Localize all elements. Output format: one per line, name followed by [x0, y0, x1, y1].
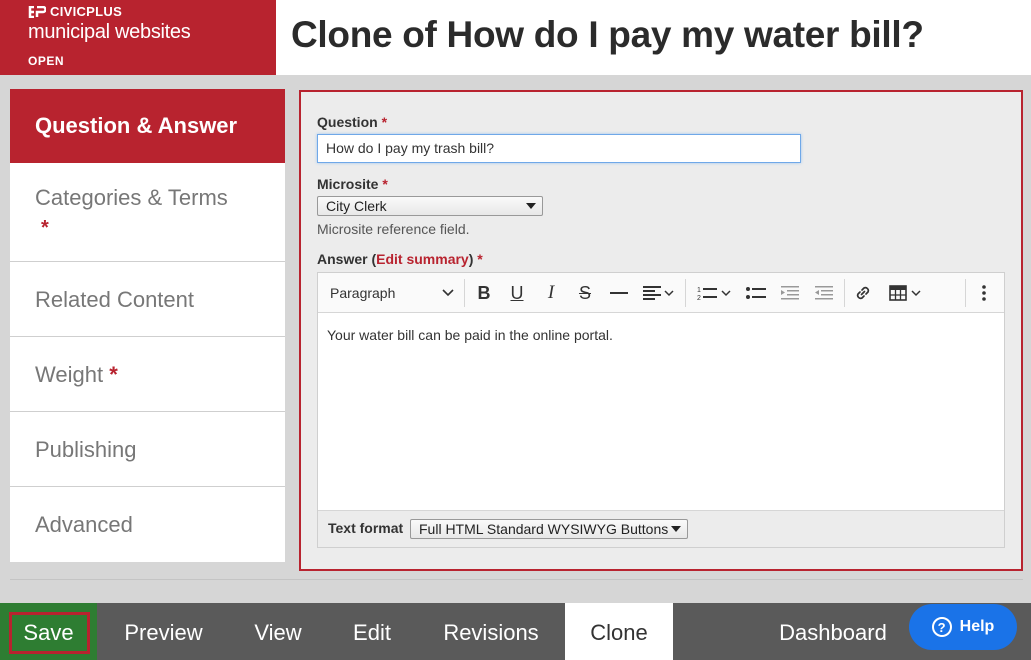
chevron-down-icon [911, 289, 921, 296]
dashboard-button[interactable]: Dashboard [768, 603, 898, 660]
help-icon: ? [931, 617, 952, 637]
edit-button[interactable]: Edit [337, 603, 407, 660]
brand-product: municipal websites [28, 21, 191, 43]
microsite-help-text: Microsite reference field. [317, 221, 470, 237]
answer-editor: Paragraph B U I S 12 Your water bill can… [317, 272, 1005, 548]
sidebar-item-question-answer[interactable]: Question & Answer [10, 89, 285, 163]
required-marker: * [477, 251, 483, 267]
italic-icon[interactable]: I [539, 281, 563, 305]
editor-toolbar: Paragraph B U I S 12 [318, 273, 1004, 313]
numbered-list-icon[interactable]: 12 [694, 281, 734, 305]
bulleted-list-icon[interactable] [744, 281, 768, 305]
sidebar-item-publishing[interactable]: Publishing [10, 412, 285, 487]
outdent-icon[interactable] [812, 281, 836, 305]
question-label: Question * [317, 114, 388, 130]
paragraph-format-dropdown[interactable]: Paragraph [330, 281, 454, 305]
chevron-down-icon [721, 289, 731, 296]
revisions-button[interactable]: Revisions [426, 603, 556, 660]
sidebar-item-advanced[interactable]: Advanced [10, 487, 285, 562]
svg-text:2: 2 [697, 295, 701, 301]
required-marker: * [382, 176, 388, 192]
sidebar-item-label: Advanced [35, 512, 133, 537]
chevron-down-icon [526, 203, 536, 209]
brand-company: CIVICPLUS [50, 4, 123, 19]
sidebar-item-categories-terms[interactable]: Categories & Terms * [10, 163, 285, 262]
answer-editor-content[interactable]: Your water bill can be paid in the onlin… [318, 313, 1004, 357]
underline-icon[interactable]: U [505, 281, 529, 305]
table-icon[interactable] [885, 281, 925, 305]
logo[interactable]: CIVICPLUS municipal websites OPEN [0, 0, 276, 75]
align-icon[interactable] [640, 281, 676, 305]
edit-summary-link[interactable]: Edit summary [376, 251, 469, 267]
brand-tag: OPEN [28, 54, 65, 68]
text-format-bar: Text format Full HTML Standard WYSIWYG B… [318, 510, 1004, 547]
required-marker: * [41, 217, 49, 239]
sidebar-item-weight[interactable]: Weight * [10, 337, 285, 412]
chevron-down-icon [442, 289, 454, 297]
required-marker: * [109, 362, 118, 387]
microsite-label: Microsite * [317, 176, 388, 192]
sidebar-item-label: Categories & Terms [35, 185, 228, 210]
indent-icon[interactable] [778, 281, 802, 305]
help-button[interactable]: ? Help [909, 604, 1017, 650]
page-title: Clone of How do I pay my water bill? [291, 14, 924, 55]
view-button[interactable]: View [238, 603, 318, 660]
horizontal-line-icon[interactable] [607, 281, 631, 305]
svg-text:1: 1 [697, 287, 701, 294]
sidebar-item-label: Weight [35, 362, 104, 387]
clone-tab[interactable]: Clone [565, 603, 673, 660]
sidebar-item-related-content[interactable]: Related Content [10, 262, 285, 337]
question-input[interactable]: How do I pay my trash bill? [317, 134, 801, 163]
strikethrough-icon[interactable]: S [573, 281, 597, 305]
bottom-action-bar: Save Preview View Edit Revisions Clone D… [0, 603, 1031, 660]
microsite-select[interactable]: City Clerk [317, 196, 543, 216]
save-button[interactable]: Save [0, 603, 97, 660]
chevron-down-icon [663, 289, 674, 296]
link-icon[interactable] [851, 281, 875, 305]
question-answer-panel: Question * How do I pay my trash bill? M… [299, 90, 1023, 571]
sidebar-item-label: Question & Answer [35, 113, 238, 138]
more-icon[interactable] [974, 281, 994, 305]
required-marker: * [381, 114, 388, 130]
divider [10, 579, 1023, 580]
sidebar: Question & Answer Categories & Terms * R… [10, 89, 285, 562]
text-format-select[interactable]: Full HTML Standard WYSIWYG Buttons [410, 519, 688, 539]
header: CIVICPLUS municipal websites OPEN Clone … [0, 0, 1031, 75]
text-format-label: Text format [328, 520, 404, 536]
sidebar-item-label: Related Content [35, 287, 194, 312]
sidebar-item-label: Publishing [35, 437, 137, 462]
answer-label: Answer (Edit summary) * [317, 251, 483, 267]
preview-button[interactable]: Preview [107, 603, 220, 660]
civicplus-logo-icon [28, 5, 46, 18]
bold-icon[interactable]: B [472, 281, 496, 305]
chevron-down-icon [671, 526, 681, 532]
